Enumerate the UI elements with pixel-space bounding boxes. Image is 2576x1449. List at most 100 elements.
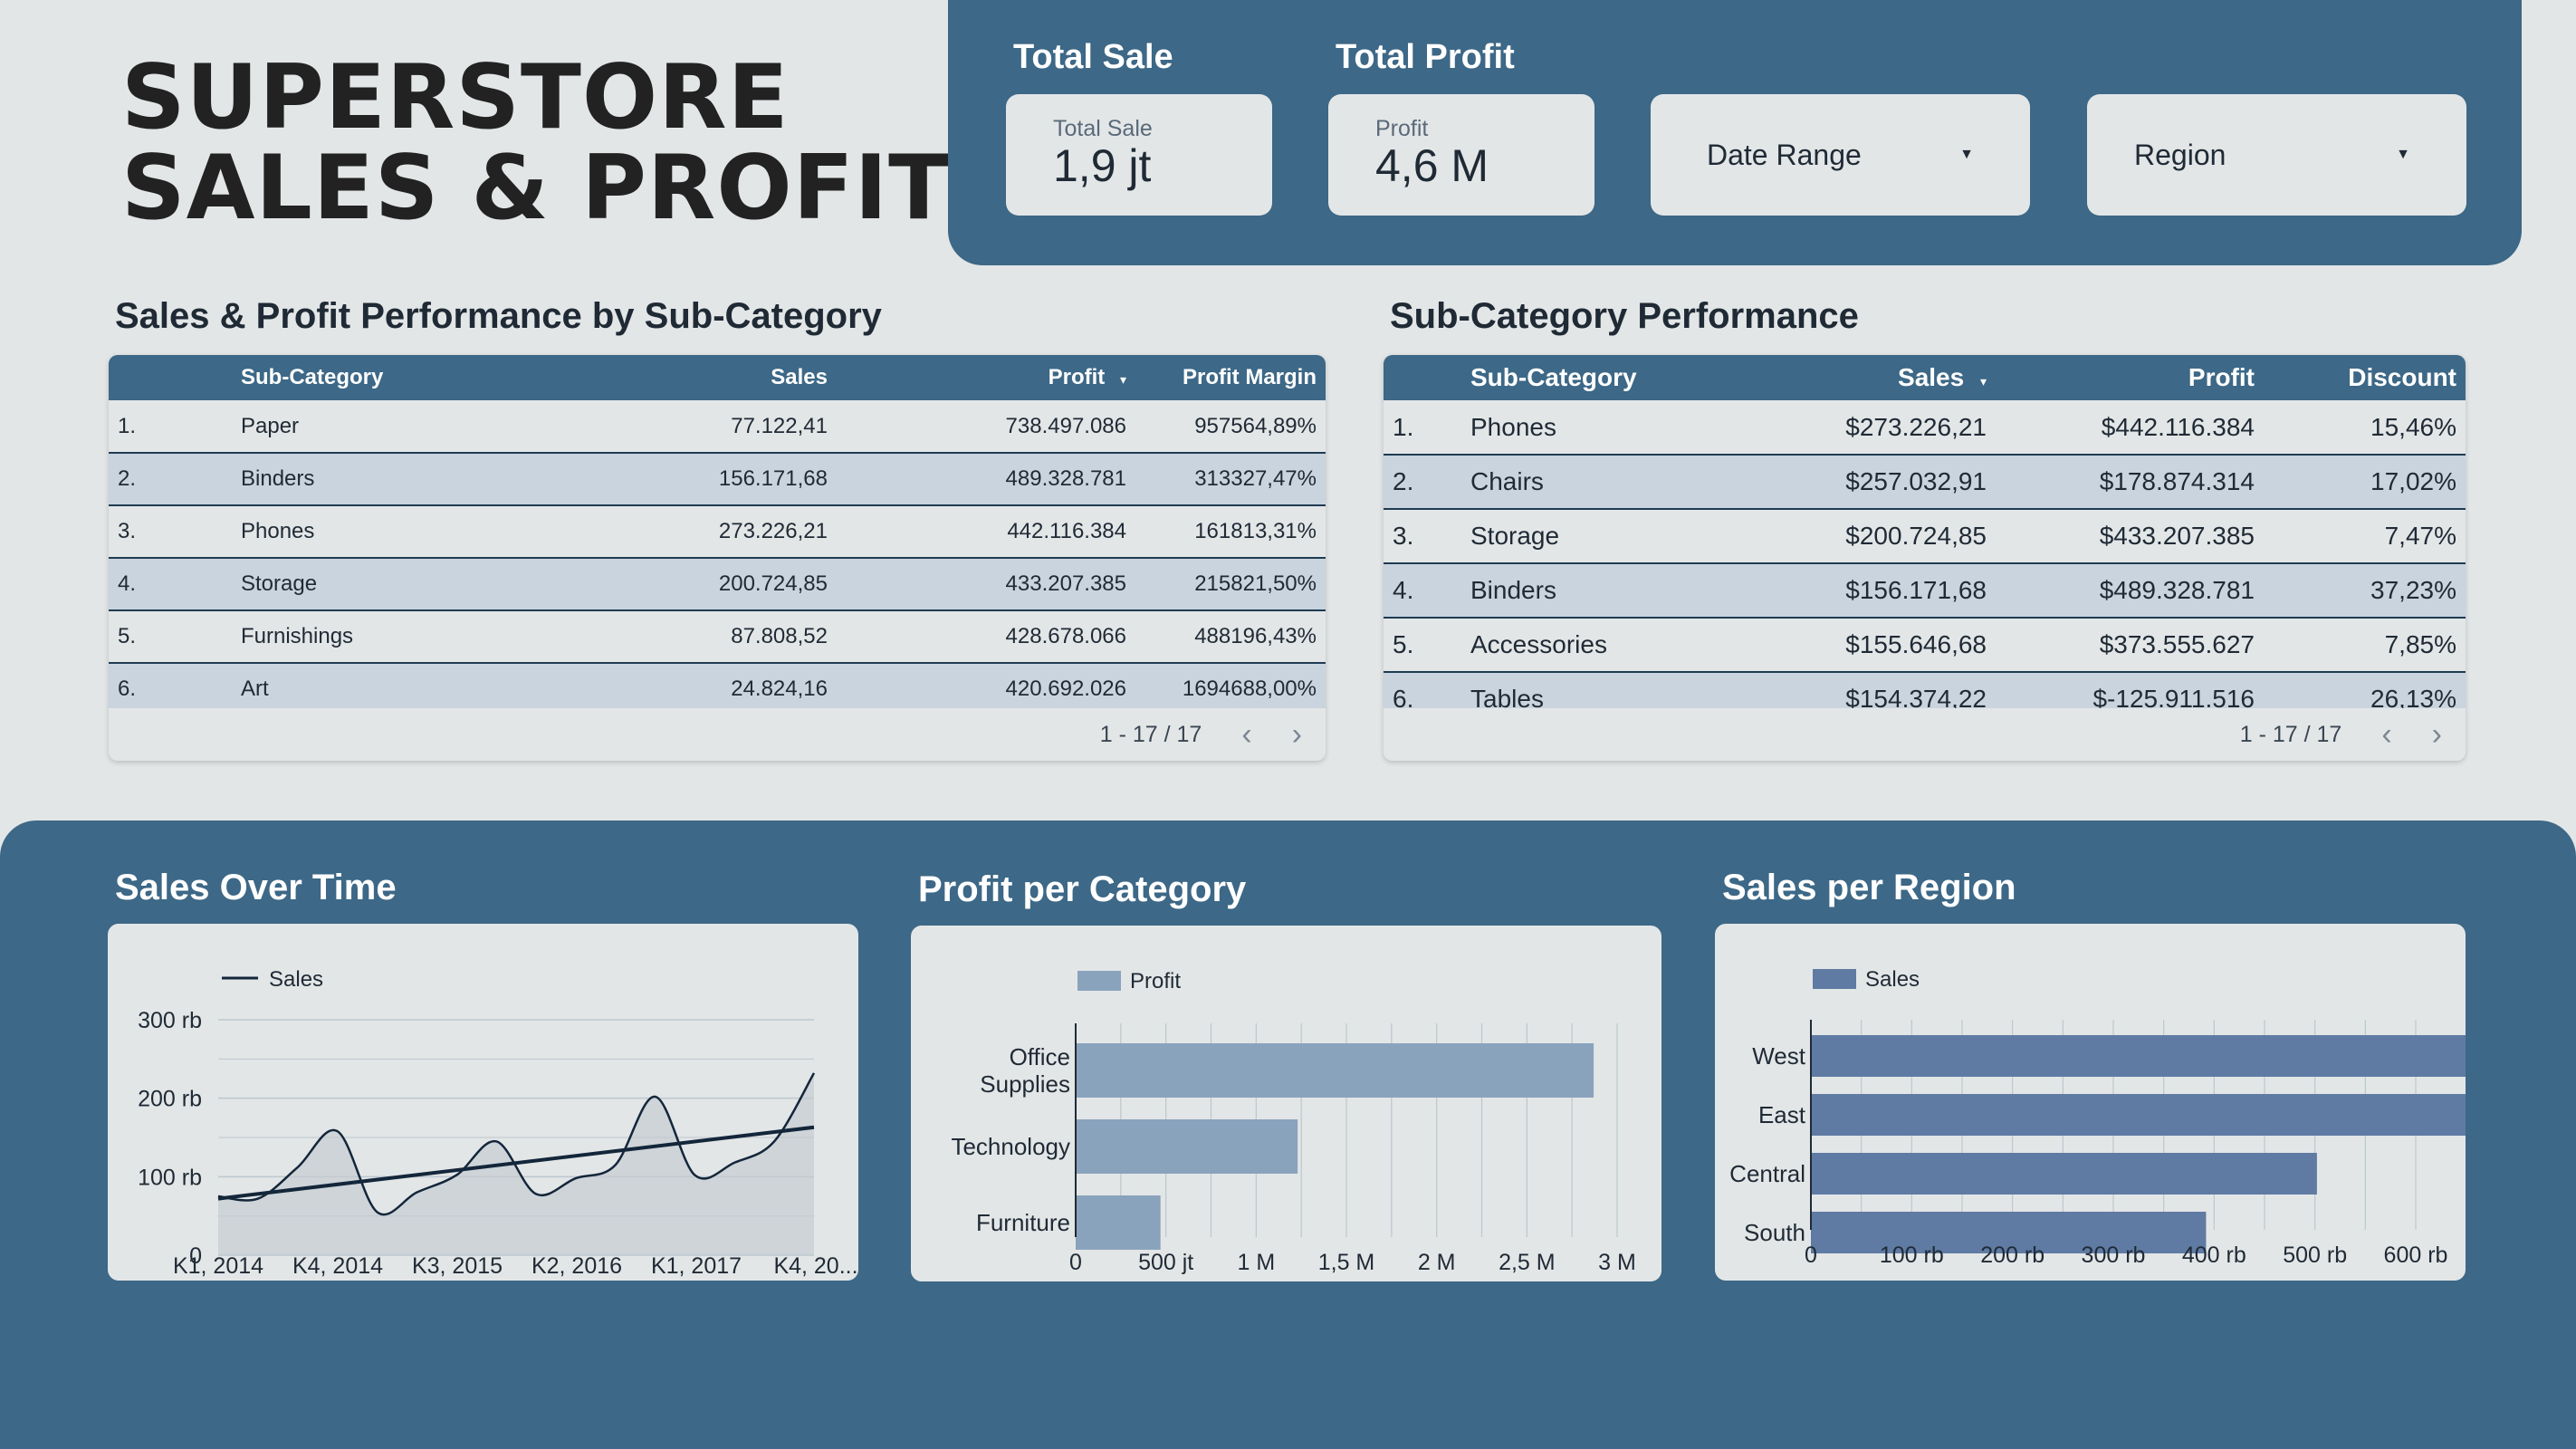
cell-sub-category: Accessories xyxy=(1470,630,1607,658)
cell-discount: 7,85% xyxy=(2384,630,2456,658)
category-label: East xyxy=(1758,1101,1806,1128)
column-header-profit-label: Profit xyxy=(1048,365,1106,389)
cell-profit: 489.328.781 xyxy=(1005,466,1126,491)
sales-per-region-chart: Sales West East Central South 0 100 rb 200 rb 30… xyxy=(1715,924,2466,1281)
region-dropdown[interactable]: Region ▼ xyxy=(2087,94,2466,216)
category-label: West xyxy=(1752,1042,1806,1070)
x-tick-label: 600 rb xyxy=(2384,1243,2448,1268)
legend-swatch xyxy=(1077,971,1121,991)
chevron-right-icon[interactable]: › xyxy=(1292,717,1302,753)
column-header-index xyxy=(1384,355,1461,400)
cell-sub-category: Storage xyxy=(241,571,318,596)
table2-title: Sub-Category Performance xyxy=(1390,296,1859,336)
cell-sub-category: Paper xyxy=(241,413,300,438)
date-range-label: Date Range xyxy=(1707,138,1862,171)
date-range-dropdown[interactable]: Date Range ▼ xyxy=(1651,94,2030,216)
cell-sales: 200.724,85 xyxy=(718,571,828,596)
x-tick-label: 200 rb xyxy=(1980,1243,2045,1268)
cell-profit: 442.116.384 xyxy=(1007,519,1126,543)
table-row[interactable]: 3. Storage $200.724,85 $433.207.385 7,47% xyxy=(1384,509,2466,563)
column-header-profit-margin[interactable]: Profit Margin xyxy=(1135,355,1326,400)
table-row[interactable]: 5. Accessories $155.646,68 $373.555.627 7,85… xyxy=(1384,618,2466,672)
cell-sub-category: Phones xyxy=(241,519,315,543)
cell-profit-margin: 957564,89% xyxy=(1194,413,1317,438)
cell-profit: $489.328.781 xyxy=(2099,576,2255,604)
cell-sub-category: Phones xyxy=(1470,412,1556,441)
cell-profit-margin: 215821,50% xyxy=(1194,571,1317,596)
table-row[interactable]: 5. Furnishings 87.808,52 428.678.066 488196,… xyxy=(109,610,1326,663)
cell-index: 5. xyxy=(1393,630,1414,658)
total-sale-label: Total Sale xyxy=(1053,116,1153,141)
chevron-right-icon[interactable]: › xyxy=(2432,717,2442,753)
charts-panel: Sales Over Time Profit per Category Sale… xyxy=(0,820,2576,1449)
table-row[interactable]: 1. Paper 77.122,41 738.497.086 957564,89% xyxy=(109,400,1326,453)
column-header-profit[interactable]: Profit xyxy=(1996,355,2264,400)
x-tick-label: 1 M xyxy=(1237,1250,1275,1275)
table-row[interactable]: 2. Chairs $257.032,91 $178.874.314 17,02% xyxy=(1384,455,2466,509)
cell-discount: 37,23% xyxy=(2370,576,2456,604)
legend-swatch xyxy=(1813,969,1856,989)
subcategory-profit-table: Sub-Category Sales Profit ▾ Profit Margi… xyxy=(109,355,1326,761)
chevron-left-icon[interactable]: ‹ xyxy=(2381,717,2391,753)
cell-sub-category: Binders xyxy=(1470,576,1556,604)
cell-sales: $200.724,85 xyxy=(1845,522,1987,550)
table-row[interactable]: 2. Binders 156.171,68 489.328.781 313327,47% xyxy=(109,453,1326,505)
sort-desc-icon: ▾ xyxy=(1979,374,1987,389)
cell-sales: $156.171,68 xyxy=(1845,576,1987,604)
table-row[interactable]: 1. Phones $273.226,21 $442.116.384 15,46% xyxy=(1384,400,2466,455)
column-header-index xyxy=(109,355,232,400)
cell-sales: 87.808,52 xyxy=(731,624,828,648)
profit-per-category-title: Profit per Category xyxy=(918,869,1247,909)
x-tick-label: 400 rb xyxy=(2182,1243,2246,1268)
subcategory-performance-table: Sub-Category Sales ▾ Profit Discount 1. P… xyxy=(1384,355,2466,761)
category-label: Furniture xyxy=(976,1209,1070,1236)
category-label: Central xyxy=(1729,1160,1805,1187)
column-header-sub-category[interactable]: Sub-Category xyxy=(1461,355,1724,400)
column-header-discount[interactable]: Discount xyxy=(2264,355,2466,400)
chevron-down-icon: ▼ xyxy=(2396,147,2410,162)
chevron-down-icon: ▼ xyxy=(1959,147,1974,162)
table-row[interactable]: 3. Phones 273.226,21 442.116.384 161813,31% xyxy=(109,505,1326,558)
x-tick-label: 2 M xyxy=(1418,1250,1456,1275)
x-tick-label: 300 rb xyxy=(2082,1243,2146,1268)
cell-profit: $178.874.314 xyxy=(2099,467,2255,495)
total-profit-scorecard: Profit 4,6 M xyxy=(1328,94,1594,216)
total-profit-title: Total Profit xyxy=(1336,38,1515,76)
cell-profit: $373.555.627 xyxy=(2099,630,2255,658)
cell-sales: 156.171,68 xyxy=(718,466,828,491)
column-header-sales[interactable]: Sales ▾ xyxy=(1724,355,1996,400)
y-tick-label: 300 rb xyxy=(138,1008,202,1033)
x-tick-label: 1,5 M xyxy=(1318,1250,1375,1275)
x-tick-label: K1, 2014 xyxy=(173,1253,263,1279)
table-header-row: Sub-Category Sales Profit ▾ Profit Margi… xyxy=(109,355,1326,400)
column-header-profit[interactable]: Profit ▾ xyxy=(837,355,1135,400)
x-tick-label: 500 jt xyxy=(1138,1250,1193,1275)
x-tick-label: K3, 2015 xyxy=(412,1253,503,1279)
cell-profit: 433.207.385 xyxy=(1005,571,1126,596)
cell-discount: 17,02% xyxy=(2370,467,2456,495)
total-sale-value: 1,9 jt xyxy=(1053,140,1152,191)
profit-per-category-chart: Profit Office Supplies Technology Furniture 0… xyxy=(911,926,1661,1281)
table-row[interactable]: 4. Storage 200.724,85 433.207.385 215821,50% xyxy=(109,558,1326,610)
cell-sales: $155.646,68 xyxy=(1845,630,1987,658)
legend-label: Profit xyxy=(1130,969,1181,993)
dashboard-title-line1: SUPERSTORE xyxy=(121,46,790,149)
pagination-range: 1 - 17 / 17 xyxy=(2239,721,2342,747)
y-tick-label: 200 rb xyxy=(138,1087,202,1112)
chevron-left-icon[interactable]: ‹ xyxy=(1241,717,1251,753)
table2-pagination: 1 - 17 / 17 ‹ › xyxy=(1384,708,2466,761)
x-tick-label: K4, 20... xyxy=(773,1253,857,1279)
cell-sub-category: Chairs xyxy=(1470,467,1544,495)
table-row[interactable]: 4. Binders $156.171,68 $489.328.781 37,23% xyxy=(1384,563,2466,618)
cell-sub-category: Binders xyxy=(241,466,315,491)
total-profit-value: 4,6 M xyxy=(1375,140,1489,191)
bar xyxy=(1076,1119,1298,1174)
sales-over-time-chart: Sales 0 100 rb 200 rb 300 rb K1, 2014 K4, 2014… xyxy=(108,924,858,1281)
cell-profit-margin: 161813,31% xyxy=(1194,519,1317,543)
cell-index: 1. xyxy=(118,413,137,438)
cell-discount: 15,46% xyxy=(2370,412,2456,441)
column-header-sub-category[interactable]: Sub-Category xyxy=(232,355,540,400)
column-header-sales[interactable]: Sales xyxy=(540,355,837,400)
x-tick-label: 500 rb xyxy=(2283,1243,2347,1268)
total-sale-scorecard: Total Sale 1,9 jt xyxy=(1006,94,1272,216)
